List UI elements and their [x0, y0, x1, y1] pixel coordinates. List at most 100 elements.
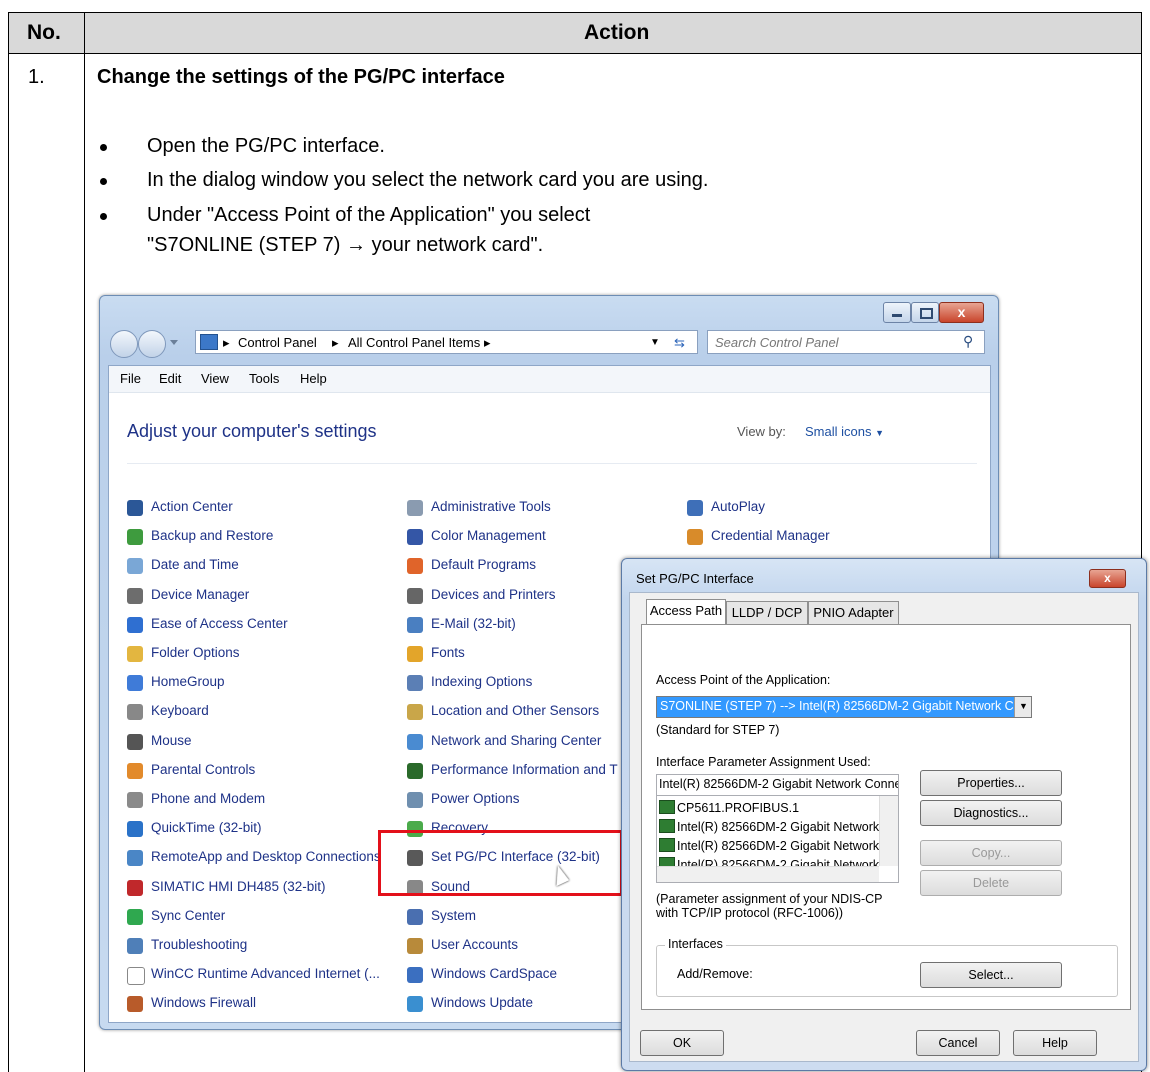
control-panel-item-label: Windows Update — [431, 995, 534, 1010]
control-panel-item-icon — [127, 558, 143, 574]
list-item[interactable]: CP5611.PROFIBUS.1 — [659, 800, 799, 815]
maximize-button[interactable] — [911, 302, 939, 323]
control-panel-item-icon — [407, 646, 423, 662]
network-card-icon — [659, 800, 675, 814]
breadcrumb-control-panel[interactable]: Control Panel — [238, 335, 317, 350]
control-panel-item-label: Mouse — [151, 733, 192, 748]
menu-file[interactable]: File — [120, 371, 141, 386]
control-panel-item-icon — [407, 704, 423, 720]
forward-button[interactable] — [138, 330, 166, 358]
param-assignment-field[interactable]: Intel(R) 82566DM-2 Gigabit Network Conne — [656, 774, 899, 796]
breadcrumb-all-items[interactable]: All Control Panel Items — [348, 335, 480, 350]
control-panel-item-label: Ease of Access Center — [151, 616, 288, 631]
page-title: Adjust your computer's settings — [127, 421, 377, 441]
network-card-icon — [659, 838, 675, 852]
control-panel-item-label: Date and Time — [151, 557, 239, 572]
control-panel-item-icon — [127, 500, 143, 516]
interfaces-group-label: Interfaces — [665, 937, 726, 951]
close-button[interactable]: x — [939, 302, 984, 323]
dialog-close-button[interactable]: x — [1089, 569, 1126, 588]
chevron-down-icon: ▼ — [875, 428, 885, 438]
menu-edit[interactable]: Edit — [159, 371, 181, 386]
dropdown-arrow-icon[interactable]: ▼ — [650, 337, 660, 348]
breadcrumb-separator: ▸ — [484, 335, 491, 350]
refresh-icon[interactable]: ⇆ — [674, 335, 685, 351]
control-panel-item-label: Power Options — [431, 791, 520, 806]
control-panel-item-label: System — [431, 908, 477, 923]
control-panel-item-label: Color Management — [431, 528, 546, 543]
diagnostics-button[interactable]: Diagnostics... — [920, 800, 1062, 826]
control-panel-item-label: Backup and Restore — [151, 528, 274, 543]
header-no: No. — [27, 21, 61, 44]
add-remove-label: Add/Remove: — [677, 967, 753, 981]
menu-help[interactable]: Help — [300, 371, 327, 386]
tab-access-path[interactable]: Access Path — [646, 599, 726, 625]
control-panel-item-label: Devices and Printers — [431, 587, 556, 602]
tab-pnio-adapter[interactable]: PNIO Adapter — [808, 601, 899, 624]
search-input[interactable]: Search Control Panel ⚲ — [707, 330, 985, 354]
access-point-label: Access Point of the Application: — [656, 673, 831, 687]
control-panel-item-label: Parental Controls — [151, 762, 256, 777]
control-panel-item-icon — [127, 909, 143, 925]
control-panel-item-label: Default Programs — [431, 557, 537, 572]
delete-button[interactable]: Delete — [920, 870, 1062, 896]
access-point-select[interactable]: S7ONLINE (STEP 7) --> Intel(R) 82566DM-2… — [656, 696, 1032, 718]
control-panel-item-icon — [127, 588, 143, 604]
control-panel-item-label: SIMATIC HMI DH485 (32-bit) — [151, 879, 326, 894]
copy-button[interactable]: Copy... — [920, 840, 1062, 866]
control-panel-item-label: Location and Other Sensors — [431, 703, 600, 718]
control-panel-item-icon — [407, 500, 423, 516]
control-panel-item-icon — [407, 675, 423, 691]
control-panel-item-icon — [127, 821, 143, 837]
menu-bar: File Edit View Tools Help — [109, 366, 990, 393]
step-title: Change the settings of the PG/PC interfa… — [97, 66, 505, 88]
control-panel-item-icon — [127, 880, 143, 896]
control-panel-item-icon — [127, 850, 143, 866]
control-panel-item-icon — [127, 646, 143, 662]
control-panel-item-label: Device Manager — [151, 587, 250, 602]
control-panel-item-label: HomeGroup — [151, 674, 225, 689]
control-panel-item-label: Fonts — [431, 645, 465, 660]
control-panel-item-icon — [407, 558, 423, 574]
address-bar[interactable]: ▸ Control Panel ▸ All Control Panel Item… — [195, 330, 698, 354]
param-assignment-list[interactable]: CP5611.PROFIBUS.1 Intel(R) 82566DM-2 Gig… — [656, 795, 899, 883]
control-panel-item-icon — [687, 529, 703, 545]
back-button[interactable] — [110, 330, 138, 358]
control-panel-item-icon — [407, 617, 423, 633]
dropdown-button[interactable]: ▼ — [1014, 697, 1031, 717]
tab-lldp-dcp[interactable]: LLDP / DCP — [726, 601, 808, 624]
control-panel-item-icon — [407, 529, 423, 545]
menu-view[interactable]: View — [201, 371, 229, 386]
search-icon[interactable]: ⚲ — [963, 333, 973, 350]
control-panel-item-label: User Accounts — [431, 937, 519, 952]
cancel-button[interactable]: Cancel — [916, 1030, 1000, 1056]
ok-button[interactable]: OK — [640, 1030, 724, 1056]
help-button[interactable]: Help — [1013, 1030, 1097, 1056]
properties-button[interactable]: Properties... — [920, 770, 1062, 796]
control-panel-item-icon — [127, 675, 143, 691]
control-panel-item-icon — [127, 529, 143, 545]
control-panel-item-label: Windows CardSpace — [431, 966, 558, 981]
list-item[interactable]: Intel(R) 82566DM-2 Gigabit Network — [659, 819, 879, 834]
control-panel-item-label: Action Center — [151, 499, 233, 514]
control-panel-item-icon — [407, 909, 423, 925]
select-button[interactable]: Select... — [920, 962, 1062, 988]
control-panel-item-icon — [127, 734, 143, 750]
control-panel-item-icon — [407, 588, 423, 604]
interfaces-group: Interfaces Add/Remove: Select... — [656, 937, 1118, 997]
control-panel-item-icon — [127, 763, 143, 779]
control-panel-item-label: Credential Manager — [711, 528, 830, 543]
control-panel-item-icon — [407, 734, 423, 750]
list-horizontal-scrollbar[interactable] — [657, 866, 879, 882]
view-by-dropdown[interactable]: Small icons ▼ — [805, 424, 884, 439]
control-panel-item-label: Folder Options — [151, 645, 240, 660]
view-by-label: View by: — [737, 424, 786, 439]
divider — [127, 463, 977, 464]
list-item[interactable]: Intel(R) 82566DM-2 Gigabit Network — [659, 838, 879, 853]
control-panel-item-icon — [127, 704, 143, 720]
minimize-button[interactable] — [883, 302, 911, 323]
list-vertical-scrollbar[interactable] — [879, 796, 898, 866]
menu-tools[interactable]: Tools — [249, 371, 279, 386]
chevron-down-icon[interactable] — [170, 340, 178, 345]
control-panel-item-label: QuickTime (32-bit) — [151, 820, 262, 835]
